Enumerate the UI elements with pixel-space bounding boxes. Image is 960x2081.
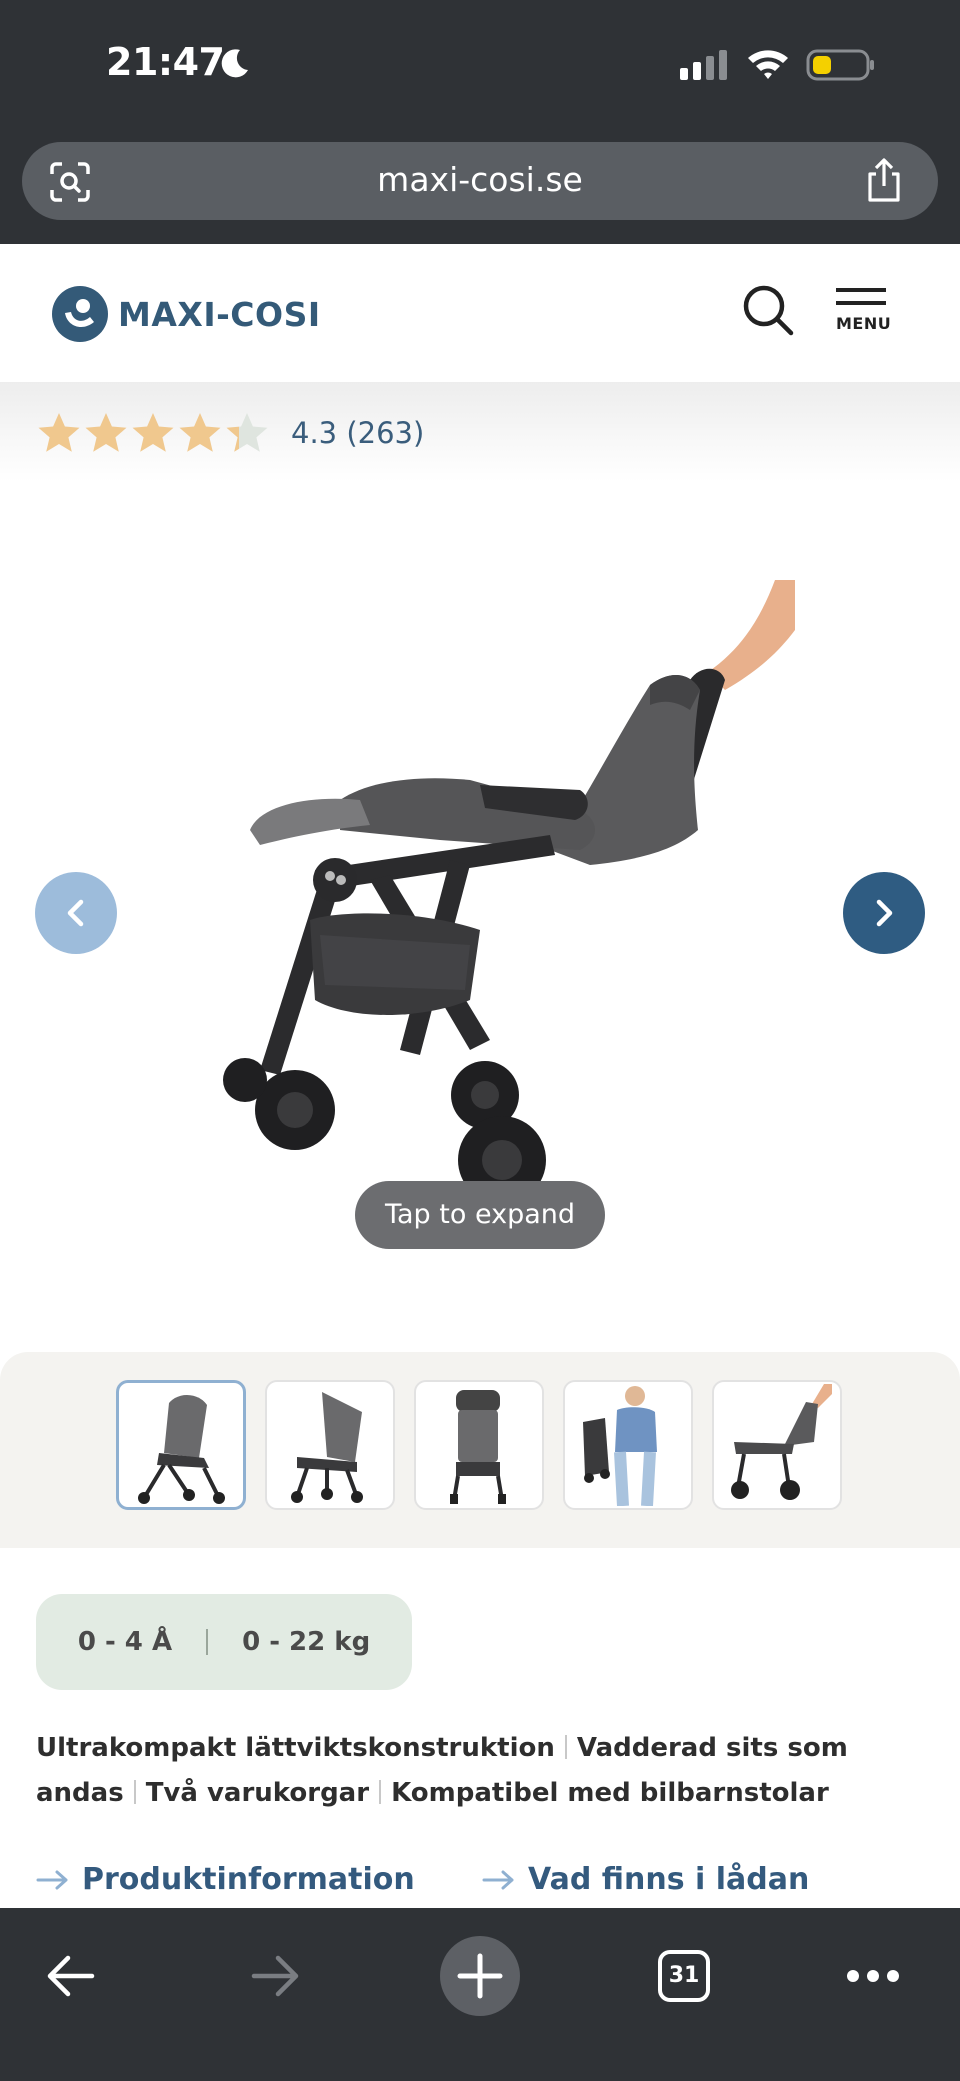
- weight-range: 0 - 22 kg: [242, 1627, 371, 1657]
- whats-in-the-box-link-label: Vad finns i lådan: [528, 1862, 810, 1897]
- star-icon: [85, 413, 127, 452]
- forward-arrow-icon[interactable]: [250, 1954, 302, 1998]
- browser-top-chrome: 21:47 maxi-cosi.se: [0, 0, 960, 244]
- tap-to-expand-button[interactable]: Tap to expand: [355, 1181, 605, 1249]
- logo-text: MAXI-COSI: [118, 294, 321, 334]
- star-icon: [226, 413, 268, 452]
- feature-item: Ultrakompakt lättviktskonstruktion: [36, 1733, 555, 1763]
- url-text[interactable]: maxi-cosi.se: [22, 160, 938, 199]
- status-time: 21:47: [106, 40, 225, 84]
- new-tab-button[interactable]: [440, 1936, 520, 2016]
- gallery-prev-button[interactable]: [35, 872, 117, 954]
- gallery-next-button[interactable]: [843, 872, 925, 954]
- star-icon: [179, 413, 221, 452]
- thumbnail-stroller-being-folded[interactable]: [712, 1380, 842, 1510]
- arrow-right-icon: [36, 1870, 68, 1889]
- more-options-icon[interactable]: [846, 1966, 900, 1986]
- menu-label: MENU: [836, 314, 892, 333]
- back-arrow-icon[interactable]: [44, 1954, 96, 1998]
- maxi-cosi-logo[interactable]: MAXI-COSI: [52, 284, 321, 344]
- feature-list: Ultrakompakt lättviktskonstruktion Vadder…: [36, 1726, 926, 1816]
- star-icon: [132, 413, 174, 452]
- rating-stars: [36, 410, 271, 456]
- product-links: Produktinformation Vad finns i lådan: [36, 1862, 936, 1912]
- whats-in-the-box-link[interactable]: Vad finns i lådan: [482, 1862, 809, 1897]
- battery-low-power-icon: [806, 49, 874, 81]
- age-weight-badge: 0 - 4 Å 0 - 22 kg: [36, 1594, 412, 1690]
- rating-text: 4.3 (263): [291, 416, 425, 450]
- cellular-signal-icon: [680, 50, 727, 80]
- thumbnail-stroller-carried-by-woman[interactable]: [563, 1380, 693, 1510]
- product-rating[interactable]: 4.3 (263): [36, 408, 424, 458]
- thumbnail-stroller-front-angle[interactable]: [116, 1380, 246, 1510]
- feature-divider: [133, 1780, 136, 1804]
- chevron-right-icon: [876, 899, 893, 927]
- menu-icon-line: [836, 301, 886, 305]
- feature-item: Kompatibel med bilbarnstolar: [391, 1778, 829, 1808]
- menu-button[interactable]: MENU: [836, 288, 892, 348]
- thumbnail-stroller-front[interactable]: [414, 1380, 544, 1510]
- product-info-link-label: Produktinformation: [82, 1862, 415, 1897]
- site-header: MAXI-COSI MENU: [0, 244, 960, 382]
- wifi-icon: [748, 50, 788, 79]
- search-icon[interactable]: [740, 282, 796, 338]
- share-icon[interactable]: [864, 156, 904, 204]
- arrow-right-icon: [482, 1870, 514, 1889]
- feature-divider: [564, 1735, 567, 1759]
- maxi-cosi-logo-icon: [52, 286, 108, 342]
- product-image-stroller[interactable]: [220, 580, 820, 1220]
- address-bar[interactable]: maxi-cosi.se: [22, 142, 938, 220]
- product-gallery[interactable]: Tap to expand: [0, 490, 960, 1350]
- age-range: 0 - 4 Å: [77, 1627, 173, 1657]
- thumbnail-stroller-side-angle[interactable]: [265, 1380, 395, 1510]
- chevron-left-icon: [67, 899, 84, 927]
- moon-icon: [221, 49, 248, 78]
- feature-divider: [379, 1780, 382, 1804]
- browser-bottom-toolbar: 31: [0, 1908, 960, 2081]
- product-info-link[interactable]: Produktinformation: [36, 1862, 415, 1897]
- plus-icon: [457, 1953, 503, 1999]
- star-icon: [38, 413, 80, 452]
- menu-icon-line: [836, 288, 886, 292]
- chip-divider: [206, 1629, 209, 1655]
- thumbnail-strip: [0, 1352, 960, 1548]
- tabs-button[interactable]: 31: [658, 1950, 710, 2002]
- feature-item: Två varukorgar: [145, 1778, 370, 1808]
